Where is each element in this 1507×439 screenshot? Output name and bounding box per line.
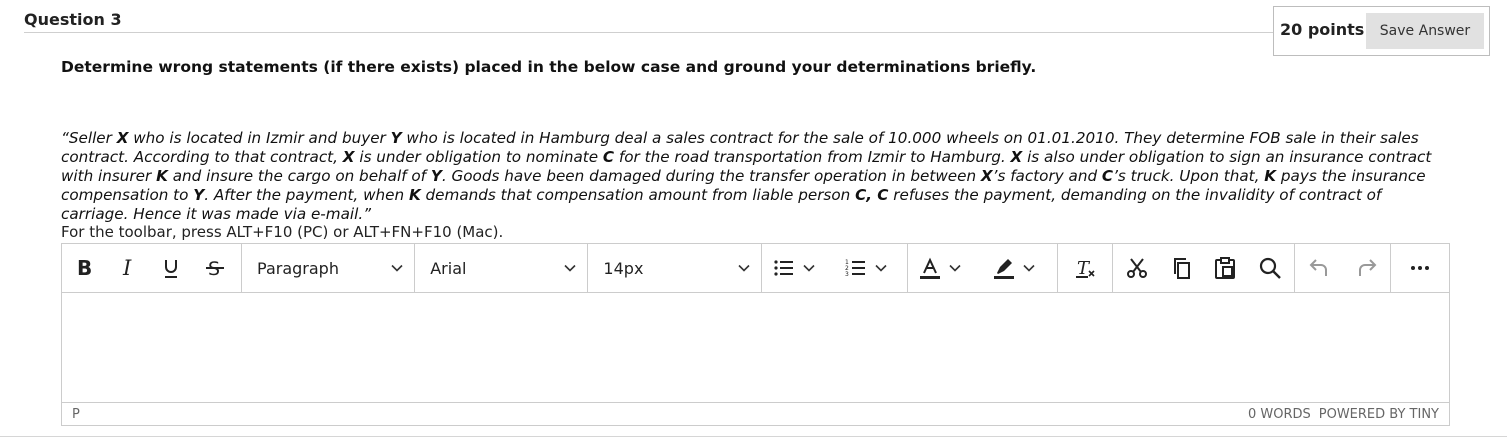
- strikethrough-icon: S: [206, 258, 224, 280]
- case-party-name: X: [980, 167, 993, 185]
- case-party-name: C, C: [855, 186, 889, 204]
- case-party-name: K: [156, 167, 168, 185]
- copy-icon: [1173, 258, 1190, 279]
- chevron-down-icon: [948, 261, 962, 275]
- case-text-segment: . Goods have been damaged during the tra…: [441, 167, 981, 185]
- word-count[interactable]: 0 WORDS: [1248, 407, 1311, 422]
- list-group: 123: [762, 244, 908, 292]
- text-color-button[interactable]: [908, 244, 983, 292]
- case-party-name: X: [1010, 148, 1023, 166]
- clear-format-group: T: [1058, 244, 1114, 292]
- numbered-list-icon: 123: [845, 259, 866, 278]
- clipboard-icon: [1214, 257, 1235, 279]
- bullet-list-button[interactable]: [762, 244, 835, 292]
- case-party-name: K: [408, 186, 421, 204]
- clear-formatting-icon: T: [1075, 258, 1095, 279]
- case-text-segment: “Seller: [61, 129, 117, 147]
- scissors-icon: [1127, 258, 1148, 278]
- case-party-name: C: [602, 148, 615, 166]
- bullet-list-icon: [774, 260, 793, 276]
- question-title: Question 3: [24, 10, 122, 29]
- undo-button[interactable]: [1295, 244, 1343, 292]
- more-button[interactable]: [1399, 244, 1441, 292]
- clear-formatting-button[interactable]: T: [1064, 244, 1106, 292]
- svg-text:3: 3: [845, 271, 849, 278]
- editor-toolbar: B I S Paragraph Arial 14px: [62, 244, 1449, 293]
- case-text-segment: and insure the cargo on behalf of: [167, 167, 431, 185]
- search-button[interactable]: [1247, 244, 1295, 292]
- italic-icon: I: [122, 256, 132, 280]
- font-size-select[interactable]: 14px: [588, 244, 762, 292]
- chevron-down-icon: [874, 261, 888, 275]
- case-party-name: Y: [390, 129, 402, 147]
- chevron-down-icon: [390, 261, 404, 275]
- font-family-select[interactable]: Arial: [415, 244, 589, 292]
- more-icon: [1411, 266, 1430, 270]
- case-party-name: C: [1101, 167, 1114, 185]
- paste-button[interactable]: [1203, 244, 1247, 292]
- rich-text-editor: B I S Paragraph Arial 14px: [61, 243, 1450, 426]
- case-party-name: Y: [430, 167, 442, 185]
- redo-button[interactable]: [1343, 244, 1391, 292]
- case-party-name: X: [116, 129, 129, 147]
- color-group: [908, 244, 1058, 292]
- chevron-down-icon: [802, 261, 816, 275]
- highlight-color-button[interactable]: [982, 244, 1057, 292]
- clipboard-group: [1113, 244, 1296, 292]
- case-text-segment: who is located in Izmir and buyer: [128, 129, 391, 147]
- search-icon: [1260, 257, 1282, 279]
- points-box: 20 points Save Answer: [1273, 6, 1490, 56]
- case-text-segment: is under obligation to nominate: [354, 148, 603, 166]
- cut-button[interactable]: [1113, 244, 1161, 292]
- underline-button[interactable]: [150, 244, 192, 292]
- block-format-select[interactable]: Paragraph: [242, 244, 416, 292]
- chevron-down-icon: [737, 261, 751, 275]
- case-party-name: K: [1264, 167, 1277, 185]
- element-path[interactable]: P: [72, 407, 80, 422]
- text-style-group: B I S: [62, 244, 243, 292]
- points-label: 20 points: [1280, 20, 1365, 39]
- powered-by-link[interactable]: POWERED BY TINY: [1319, 407, 1439, 422]
- case-text: “Seller X who is located in Izmir and bu…: [61, 129, 1441, 224]
- case-text-segment: demands that compensation amount from li…: [420, 186, 856, 204]
- case-party-name: Y: [193, 186, 205, 204]
- chevron-down-icon: [563, 261, 577, 275]
- case-text-segment: for the road transportation from Izmir t…: [614, 148, 1011, 166]
- redo-icon: [1358, 259, 1376, 276]
- text-color-icon: [919, 257, 940, 279]
- more-group: [1391, 244, 1449, 292]
- case-text-segment: ’s factory and: [992, 167, 1102, 185]
- editor-statusbar: P 0 WORDS POWERED BY TINY: [62, 402, 1449, 425]
- divider: [0, 436, 1507, 437]
- editor-content-area[interactable]: [62, 293, 1449, 403]
- font-family-value: Arial: [430, 258, 467, 278]
- toolbar-hint: For the toolbar, press ALT+F10 (PC) or A…: [61, 223, 504, 241]
- italic-button[interactable]: I: [108, 244, 150, 292]
- bold-icon: B: [77, 256, 92, 280]
- case-text-segment: . After the payment, when: [204, 186, 409, 204]
- copy-button[interactable]: [1161, 244, 1203, 292]
- numbered-list-button[interactable]: 123: [834, 244, 907, 292]
- block-format-value: Paragraph: [257, 258, 339, 278]
- font-size-value: 14px: [603, 258, 644, 278]
- chevron-down-icon: [1022, 261, 1036, 275]
- save-answer-button[interactable]: Save Answer: [1366, 13, 1484, 49]
- question-prompt: Determine wrong statements (if there exi…: [61, 58, 1037, 76]
- underline-icon: [165, 260, 177, 278]
- question-header: Question 3: [24, 10, 1273, 33]
- highlighter-icon: [994, 259, 1015, 279]
- case-text-segment: ’s truck. Upon that,: [1113, 167, 1265, 185]
- svg-text:I: I: [122, 256, 132, 280]
- case-party-name: X: [342, 148, 355, 166]
- history-group: [1295, 244, 1392, 292]
- bold-button[interactable]: B: [62, 244, 108, 292]
- status-right: 0 WORDS POWERED BY TINY: [1248, 407, 1439, 422]
- undo-icon: [1309, 259, 1328, 276]
- strikethrough-button[interactable]: S: [192, 244, 238, 292]
- svg-text:B: B: [77, 256, 92, 280]
